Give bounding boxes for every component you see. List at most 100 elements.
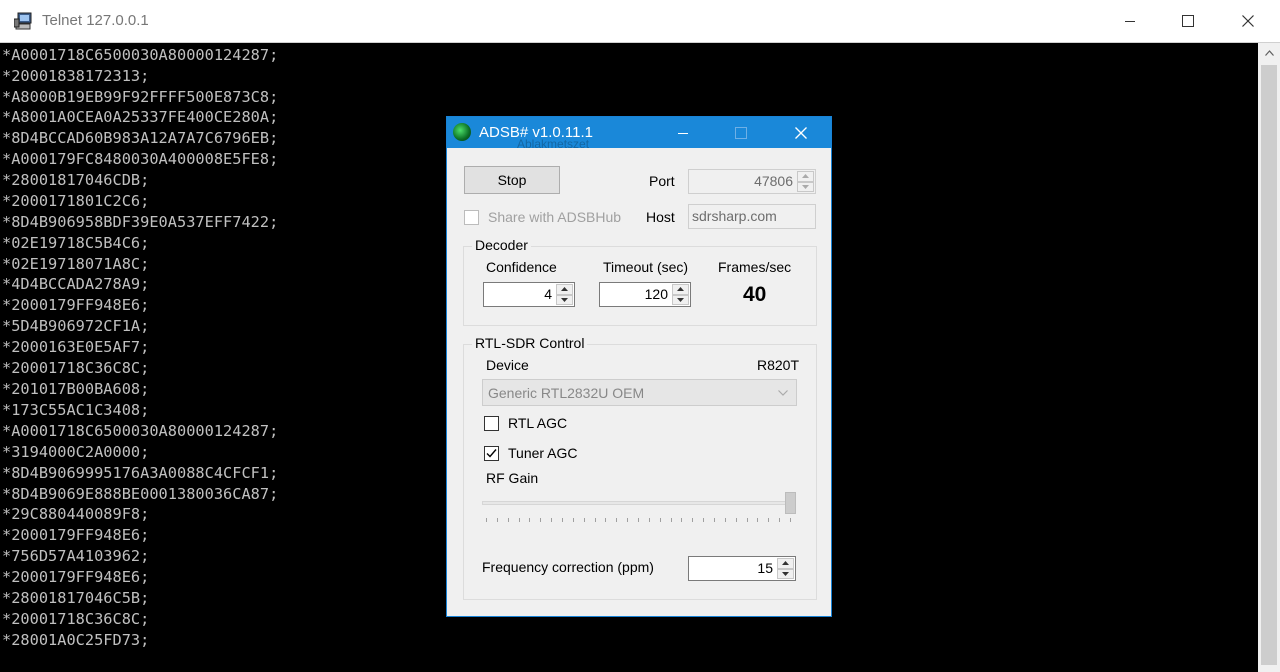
triangle-up-icon xyxy=(802,174,809,179)
radar-icon xyxy=(453,123,471,141)
slider-tick xyxy=(529,518,531,522)
console-line: *20001838172313; xyxy=(2,67,150,85)
confidence-label: Confidence xyxy=(486,259,557,275)
slider-tick xyxy=(681,518,683,522)
console-line: *8D4B906958BDF39E0A537EFF7422; xyxy=(2,213,279,231)
slider-tick xyxy=(768,518,770,522)
console-line: *A0001718C6500030A80000124287; xyxy=(2,46,279,64)
slider-tick xyxy=(605,518,607,522)
slider-tick xyxy=(670,518,672,522)
slider-tick xyxy=(496,518,498,522)
vertical-scrollbar[interactable] xyxy=(1258,43,1280,672)
timeout-label: Timeout (sec) xyxy=(603,259,689,275)
timeout-stepper[interactable]: 120 xyxy=(599,282,691,307)
host-label: Host xyxy=(646,209,675,225)
console-line: *3194000C2A0000; xyxy=(2,443,150,461)
console-line: *201017B00BA608; xyxy=(2,380,150,398)
timeout-up-button[interactable] xyxy=(672,284,689,295)
confidence-stepper[interactable]: 4 xyxy=(483,282,575,307)
adsb-close-button[interactable] xyxy=(779,117,823,148)
freq-correction-stepper[interactable]: 15 xyxy=(688,556,796,581)
slider-tick xyxy=(692,518,694,522)
freq-correction-up-button[interactable] xyxy=(777,558,794,569)
adsb-window: ADSB# v1.0.11.1 Ablakmetszet Stop Port 4… xyxy=(446,116,832,617)
device-selected-value: Generic RTL2832U OEM xyxy=(488,385,645,401)
slider-tick xyxy=(790,518,791,522)
confidence-up-button[interactable] xyxy=(556,284,573,295)
minimize-button[interactable] xyxy=(1101,0,1159,42)
freq-correction-spin[interactable] xyxy=(777,558,794,579)
rtl-agc-checkbox[interactable] xyxy=(484,416,499,431)
triangle-down-icon xyxy=(802,184,809,189)
decoder-group-title: Decoder xyxy=(472,237,531,253)
slider-tick xyxy=(507,518,509,522)
triangle-down-icon xyxy=(561,297,568,302)
chevron-down-icon xyxy=(778,390,788,396)
slider-tick xyxy=(627,518,629,522)
console-line: *02E19718071A8C; xyxy=(2,255,150,273)
console-line: *8D4B9069E888BE0001380036CA87; xyxy=(2,485,279,503)
console-line: *2000171801C2C6; xyxy=(2,192,150,210)
tuner-agc-label: Tuner AGC xyxy=(508,445,578,461)
console-line: *28001817046CDB; xyxy=(2,171,150,189)
port-up-button xyxy=(797,171,814,182)
console-line: *173C55AC1C3408; xyxy=(2,401,150,419)
tuner-agc-checkbox[interactable] xyxy=(484,446,499,461)
share-adsbhub-checkbox xyxy=(464,210,479,225)
triangle-down-icon xyxy=(677,297,684,302)
console-line: *2000179FF948E6; xyxy=(2,296,150,314)
rtl-agc-label: RTL AGC xyxy=(508,415,568,431)
confidence-down-button[interactable] xyxy=(556,294,573,305)
console-line: *8D4B9069995176A3A0088C4CFCF1; xyxy=(2,464,279,482)
console-line: *A000179FC8480030A400008E5FE8; xyxy=(2,150,279,168)
maximize-icon xyxy=(735,126,747,139)
triangle-up-icon xyxy=(677,287,684,292)
slider-tick xyxy=(648,518,650,522)
scroll-up-button[interactable] xyxy=(1258,43,1280,63)
timeout-spin[interactable] xyxy=(672,284,689,305)
slider-tick xyxy=(572,518,574,522)
port-value: 47806 xyxy=(754,173,793,189)
adsb-titlebar[interactable]: ADSB# v1.0.11.1 Ablakmetszet xyxy=(447,117,831,151)
slider-tick xyxy=(583,518,585,522)
window-title: Telnet 127.0.0.1 xyxy=(42,12,149,29)
console-line: *2000179FF948E6; xyxy=(2,568,150,586)
slider-tick xyxy=(779,518,781,522)
telnet-titlebar[interactable]: Telnet 127.0.0.1 xyxy=(0,0,1280,43)
console-line: *8D4BCCAD60B983A12A7A7C6796EB; xyxy=(2,129,279,147)
rf-gain-slider[interactable] xyxy=(785,492,796,514)
rf-gain-track xyxy=(482,501,796,505)
slider-tick xyxy=(735,518,737,522)
ghost-text: Ablakmetszet xyxy=(517,137,590,151)
minimize-icon xyxy=(1125,21,1135,22)
adsb-minimize-button[interactable] xyxy=(661,117,705,148)
triangle-up-icon xyxy=(782,561,789,566)
slider-tick xyxy=(518,518,520,522)
host-field: sdrsharp.com xyxy=(688,204,816,229)
console-line: *29C880440089F8; xyxy=(2,505,150,523)
device-select: Generic RTL2832U OEM xyxy=(482,379,797,406)
scrollbar-thumb[interactable] xyxy=(1261,65,1277,665)
console-line: *20001718C36C8C; xyxy=(2,610,150,628)
rf-gain-label: RF Gain xyxy=(486,470,539,486)
console-line: *02E19718C5B4C6; xyxy=(2,234,150,252)
slider-tick xyxy=(616,518,618,522)
rtl-sdr-group-title: RTL-SDR Control xyxy=(472,335,588,351)
stop-button[interactable]: Stop xyxy=(464,166,560,194)
maximize-icon xyxy=(1182,15,1194,27)
close-icon xyxy=(795,126,807,139)
console-line: *A0001718C6500030A80000124287; xyxy=(2,422,279,440)
close-button[interactable] xyxy=(1219,0,1277,42)
slider-tick xyxy=(551,518,553,522)
maximize-button[interactable] xyxy=(1159,0,1217,42)
confidence-spin[interactable] xyxy=(556,284,573,305)
timeout-down-button[interactable] xyxy=(672,294,689,305)
slider-tick xyxy=(724,518,726,522)
telnet-app-icon xyxy=(14,12,32,30)
freq-correction-label: Frequency correction (ppm) xyxy=(482,559,654,575)
console-line: *5D4B906972CF1A; xyxy=(2,317,150,335)
port-label: Port xyxy=(649,173,675,189)
console-line: *A8000B19EB99F92FFFF500E873C8; xyxy=(2,88,279,106)
port-spin xyxy=(797,171,814,192)
freq-correction-down-button[interactable] xyxy=(777,568,794,579)
